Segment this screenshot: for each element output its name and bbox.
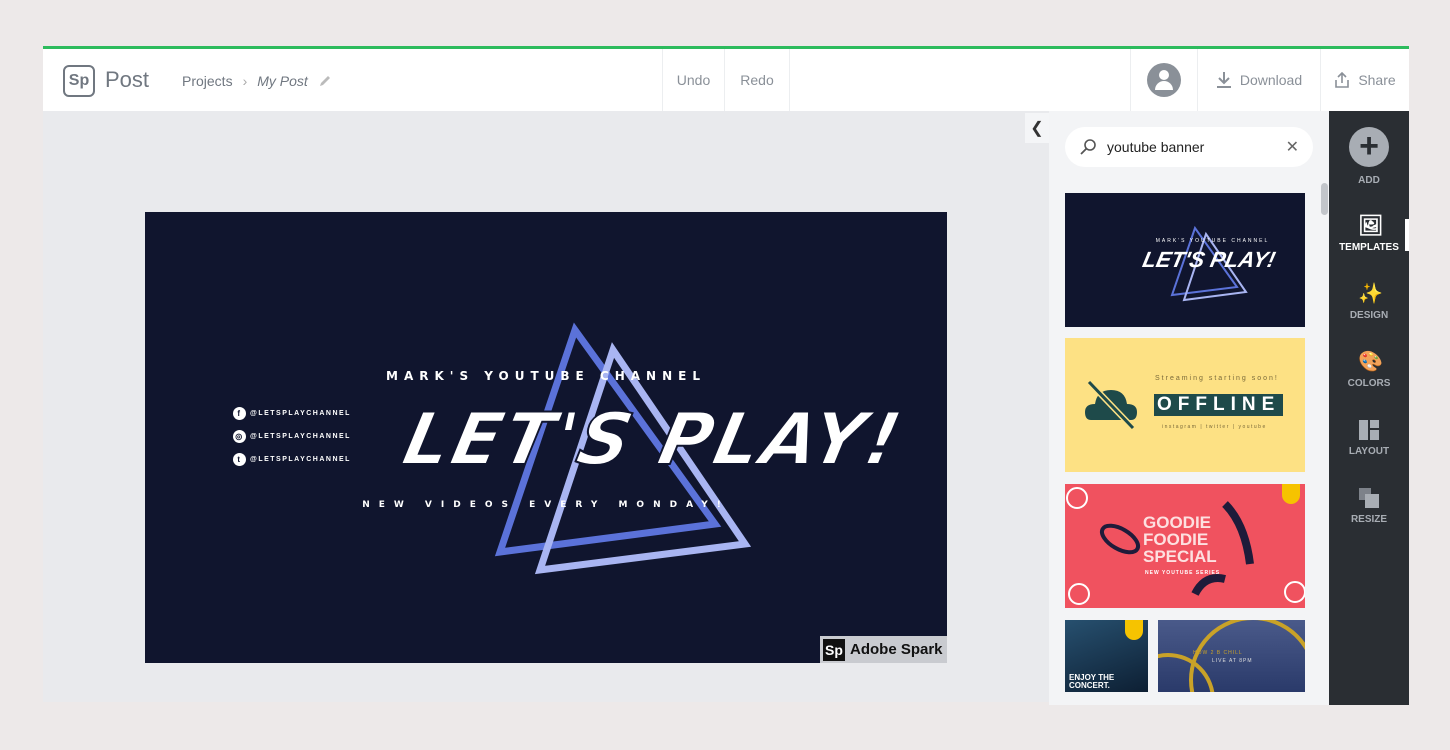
youtube-banner-canvas[interactable]: MARK'S YOUTUBE CHANNEL LET'S PLAY! NEW V… — [145, 212, 947, 663]
palette-icon: 🎨 — [1358, 351, 1383, 373]
template-card[interactable]: Streaming starting soon! OFFLINE instagr… — [1065, 338, 1305, 472]
rings-graphic — [1158, 620, 1305, 692]
instagram-icon: ◎ — [233, 430, 246, 443]
template-card[interactable]: MARK'S YOUTUBE CHANNEL LET'S PLAY! — [1065, 193, 1305, 327]
rail-resize[interactable]: RESIZE — [1329, 487, 1409, 525]
clear-search-icon[interactable]: ✕ — [1286, 137, 1299, 157]
top-bar: Sp Post Projects › My Post Undo Redo Dow… — [43, 49, 1409, 111]
template-headline: GOODIE FOODIE SPECIAL — [1143, 513, 1217, 566]
rail-templates[interactable]: 🖼 TEMPLATES — [1329, 215, 1409, 253]
channel-title: MARK'S YOUTUBE CHANNEL — [386, 369, 706, 383]
template-top-text: MARK'S YOUTUBE CHANNEL — [1155, 238, 1270, 244]
social-facebook: f @LETSPLAYCHANNEL — [233, 407, 351, 420]
panel-scrollbar[interactable] — [1321, 183, 1328, 215]
cloud-off-icon — [1085, 380, 1137, 430]
template-card[interactable]: HOW 2 B CHILL LIVE AT 8PM — [1158, 620, 1305, 692]
rail-label: LAYOUT — [1348, 446, 1390, 457]
social-twitter: t @LETSPLAYCHANNEL — [233, 453, 351, 466]
app-window: Sp Post Projects › My Post Undo Redo Dow… — [43, 46, 1409, 705]
undo-button[interactable]: Undo — [662, 49, 724, 111]
active-indicator — [1405, 219, 1409, 251]
search-value: youtube banner — [1107, 139, 1205, 155]
template-headline: LET'S PLAY! — [1140, 247, 1278, 272]
invite-collaborator-button[interactable] — [1130, 49, 1197, 111]
template-bottom-text: NEW YOUTUBE SERIES — [1145, 570, 1221, 576]
canvas-area: ❮ MARK'S YOUTUBE CHANNEL LET'S PLAY! NEW… — [43, 111, 1049, 705]
rail-colors[interactable]: 🎨 COLORS — [1329, 351, 1409, 389]
social-handle: @LETSPLAYCHANNEL — [250, 456, 351, 463]
share-button[interactable]: Share — [1320, 49, 1409, 111]
rail-add[interactable]: + ADD — [1329, 127, 1409, 186]
twitter-icon: t — [233, 453, 246, 466]
template-top-text: Streaming starting soon! — [1155, 375, 1279, 382]
search-input[interactable]: youtube banner ✕ — [1065, 127, 1313, 167]
rail-label: TEMPLATES — [1339, 242, 1399, 253]
pencil-icon[interactable] — [318, 74, 332, 88]
headline: LET'S PLAY! — [395, 396, 911, 482]
tool-rail: + ADD 🖼 TEMPLATES ✨ DESIGN 🎨 COLORS LAYOUT … — [1329, 111, 1409, 705]
rail-label: DESIGN — [1349, 310, 1389, 321]
share-icon — [1335, 72, 1350, 88]
spark-logo-icon: Sp — [823, 638, 845, 661]
premium-badge-icon — [1282, 484, 1300, 504]
app-name: Post — [105, 67, 150, 92]
breadcrumb: Projects › My Post — [182, 73, 332, 89]
social-handle: @LETSPLAYCHANNEL — [250, 410, 351, 417]
template-card[interactable]: GOODIE FOODIE SPECIAL NEW YOUTUBE SERIES — [1065, 484, 1305, 608]
redo-label: Redo — [740, 72, 774, 88]
collapse-panel-button[interactable]: ❮ — [1025, 113, 1049, 143]
watermark-label: Adobe Spark — [850, 641, 943, 658]
layout-icon — [1358, 419, 1380, 441]
search-icon — [1080, 139, 1096, 155]
download-icon — [1216, 72, 1231, 88]
chevron-right-icon: › — [242, 73, 248, 89]
subtitle: NEW VIDEOS EVERY MONDAY! — [362, 500, 730, 510]
adobe-spark-watermark[interactable]: Sp Adobe Spark — [820, 636, 947, 663]
template-bottom-text: instagram | twitter | youtube — [1162, 424, 1267, 430]
premium-badge-icon — [1125, 620, 1143, 640]
add-user-icon — [1147, 63, 1181, 97]
social-handle: @LETSPLAYCHANNEL — [250, 433, 351, 440]
resize-icon — [1358, 487, 1380, 509]
templates-panel: youtube banner ✕ MARK'S YOUTUBE CHANNEL … — [1049, 111, 1329, 705]
rail-design[interactable]: ✨ DESIGN — [1329, 283, 1409, 321]
spark-logo[interactable]: Sp — [63, 65, 95, 97]
share-label: Share — [1358, 72, 1396, 88]
undo-label: Undo — [676, 72, 711, 88]
template-bottom-text: LIVE AT 8PM — [1212, 658, 1253, 664]
facebook-icon: f — [233, 407, 246, 420]
template-card[interactable]: ENJOY THE CONCERT. — [1065, 620, 1148, 692]
download-button[interactable]: Download — [1197, 49, 1320, 111]
rail-layout[interactable]: LAYOUT — [1329, 419, 1409, 457]
magic-wand-icon: ✨ — [1358, 283, 1383, 305]
download-label: Download — [1239, 72, 1303, 88]
breadcrumb-projects[interactable]: Projects — [182, 73, 233, 89]
rail-label: ADD — [1358, 175, 1380, 186]
template-headline: HOW 2 B CHILL — [1193, 650, 1243, 656]
rail-label: RESIZE — [1350, 514, 1388, 525]
templates-icon: 🖼 — [1358, 215, 1384, 237]
plus-icon: + — [1349, 127, 1389, 167]
project-title[interactable]: My Post — [257, 73, 308, 89]
template-headline: OFFLINE — [1154, 394, 1284, 416]
template-headline: ENJOY THE CONCERT. — [1069, 673, 1115, 690]
social-instagram: ◎ @LETSPLAYCHANNEL — [233, 430, 351, 443]
chevron-left-icon: ❮ — [1030, 120, 1044, 137]
rail-label: COLORS — [1347, 378, 1391, 389]
redo-button[interactable]: Redo — [724, 49, 790, 111]
